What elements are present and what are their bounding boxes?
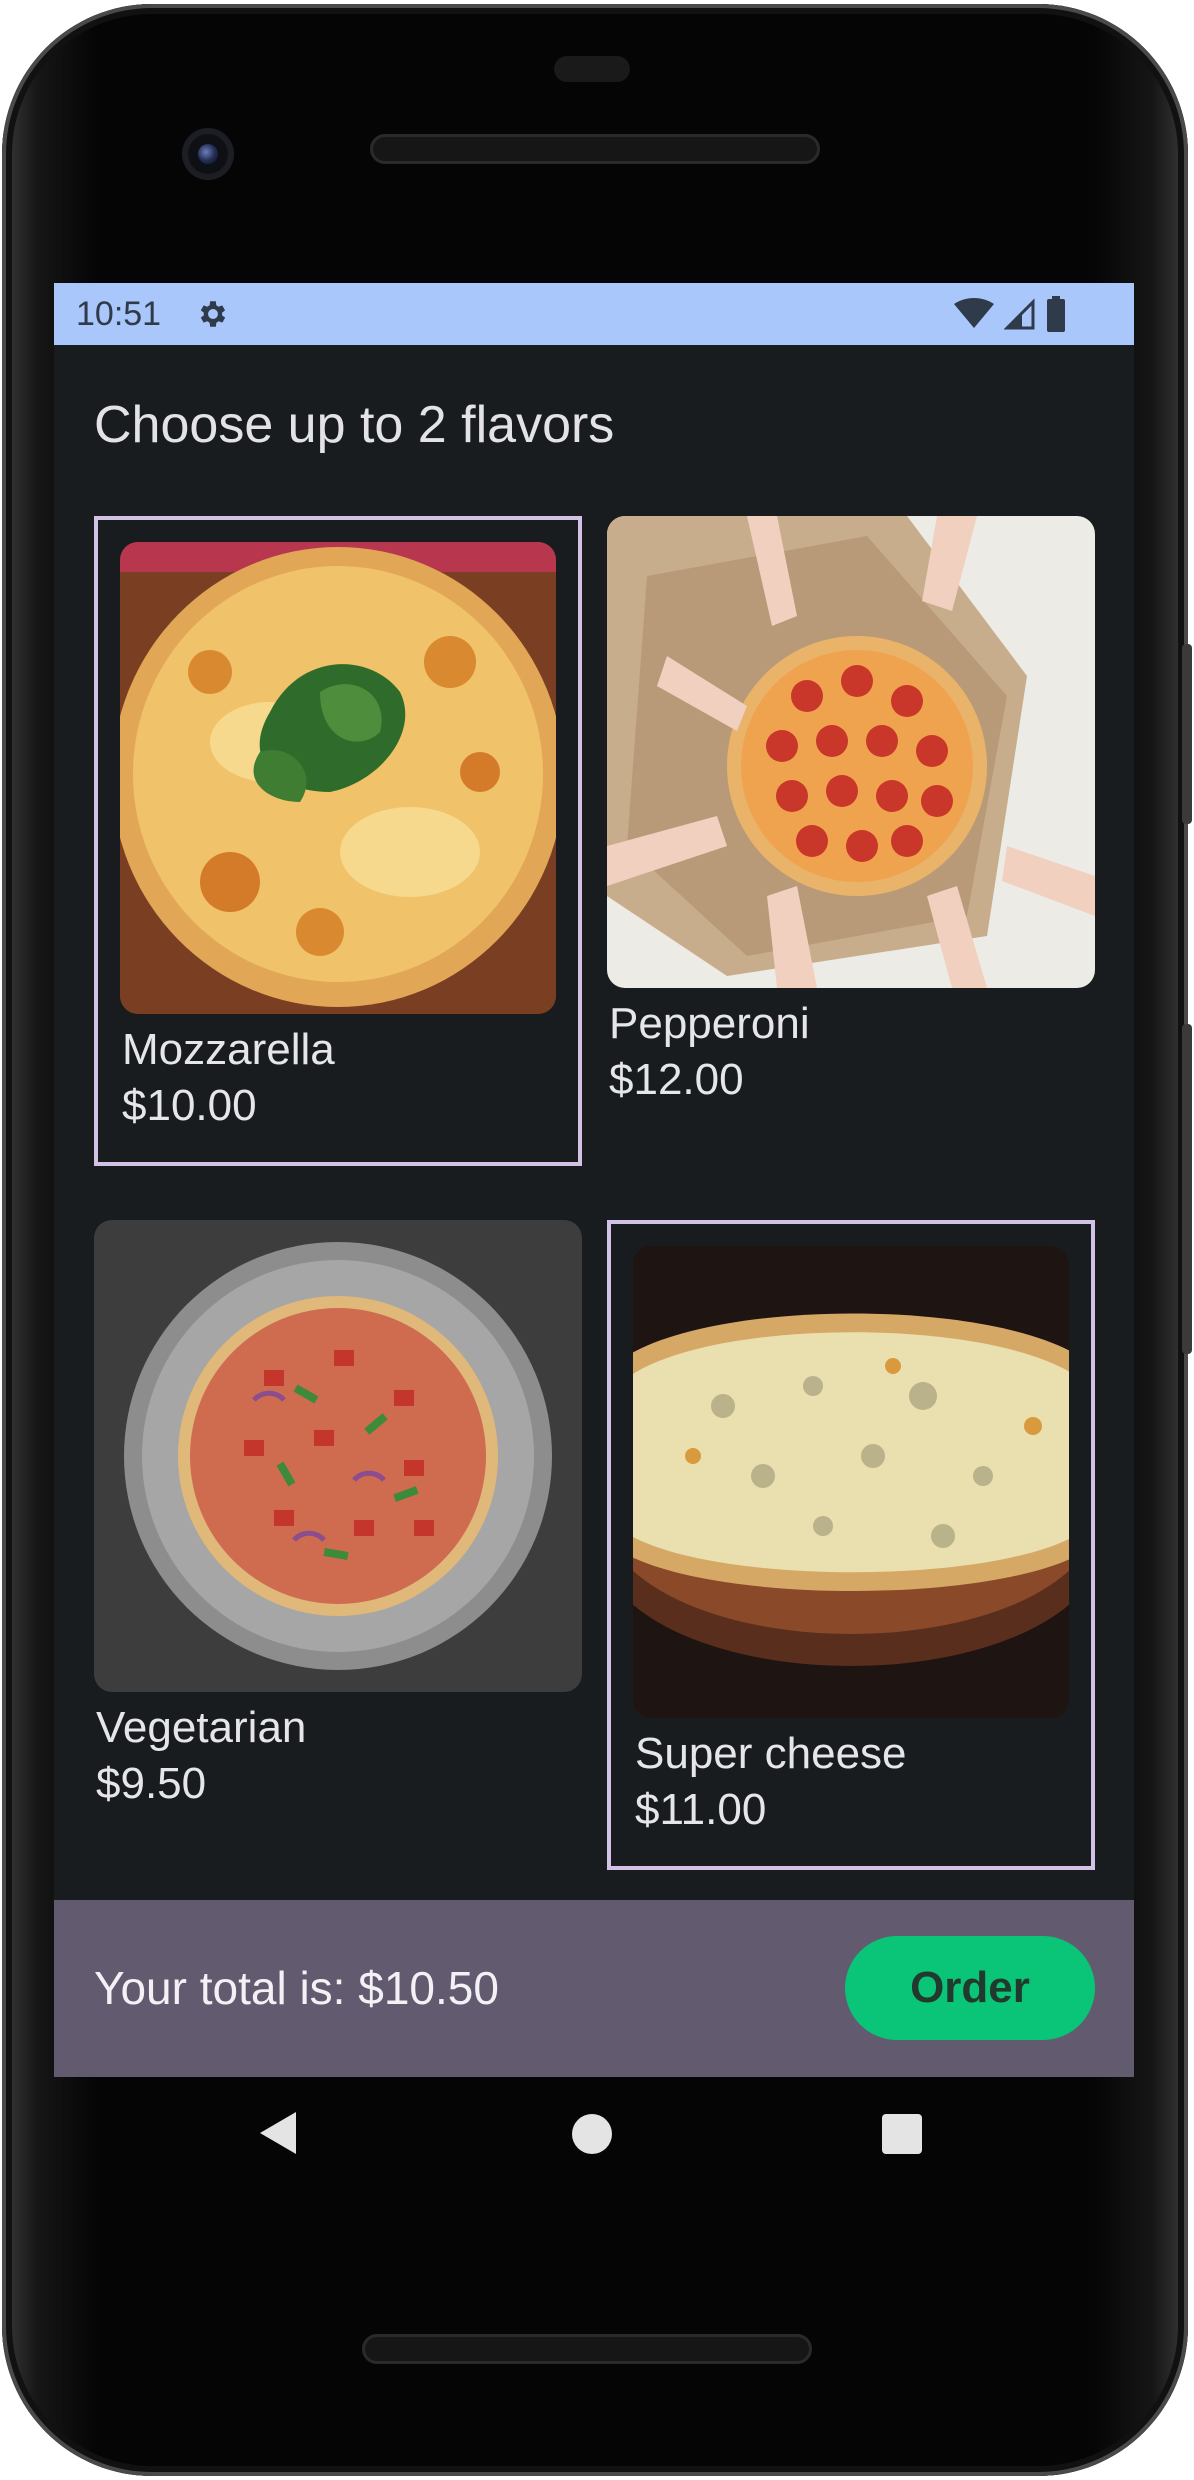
status-icons bbox=[954, 295, 1066, 333]
total-text: Your total is: $10.50 bbox=[94, 1962, 499, 2014]
screen: 10:51 Choose up to 2 flavors Mozzarella … bbox=[54, 283, 1134, 2077]
volume-button bbox=[1182, 1024, 1192, 1354]
gear-icon bbox=[200, 301, 226, 327]
flavor-name: Super cheese bbox=[635, 1729, 907, 1778]
mozzarella-pizza-photo bbox=[120, 542, 556, 1014]
signal-icon bbox=[1004, 298, 1035, 330]
top-speaker-grille bbox=[370, 134, 820, 164]
flavor-price: $9.50 bbox=[96, 1759, 207, 1808]
order-summary-bar: Your total is: $10.50 Order bbox=[54, 1900, 1134, 2077]
earpiece bbox=[554, 56, 630, 82]
bottom-speaker-grille bbox=[362, 2334, 812, 2364]
flavor-card-vegetarian[interactable]: Vegetarian $9.50 bbox=[94, 1220, 582, 1870]
flavor-card-super-cheese[interactable]: Super cheese $11.00 bbox=[607, 1220, 1095, 1870]
super-cheese-pizza-photo bbox=[633, 1246, 1069, 1718]
flavor-card-mozzarella[interactable]: Mozzarella $10.00 bbox=[94, 516, 582, 1166]
battery-icon bbox=[1047, 296, 1065, 332]
flavor-name: Mozzarella bbox=[122, 1025, 335, 1074]
home-icon[interactable] bbox=[571, 2113, 613, 2155]
page-title: Choose up to 2 flavors bbox=[94, 396, 615, 454]
flavor-price: $11.00 bbox=[635, 1785, 767, 1834]
pepperoni-pizza-photo bbox=[607, 516, 1095, 988]
vegetarian-pizza-photo bbox=[94, 1220, 582, 1692]
phone-frame: 10:51 Choose up to 2 flavors Mozzarella … bbox=[2, 4, 1192, 2476]
back-icon[interactable] bbox=[258, 2110, 298, 2156]
power-button bbox=[1182, 644, 1192, 824]
order-button[interactable]: Order bbox=[845, 1936, 1095, 2040]
flavor-name: Pepperoni bbox=[609, 999, 810, 1048]
status-bar: 10:51 bbox=[54, 283, 1134, 345]
flavor-card-pepperoni[interactable]: Pepperoni $12.00 bbox=[607, 516, 1095, 1166]
flavor-name: Vegetarian bbox=[96, 1703, 307, 1752]
flavor-price: $10.00 bbox=[122, 1081, 257, 1130]
status-time: 10:51 bbox=[76, 295, 162, 333]
front-camera bbox=[182, 128, 234, 180]
recents-icon[interactable] bbox=[882, 2114, 922, 2154]
flavor-price: $12.00 bbox=[609, 1055, 744, 1104]
wifi-icon bbox=[954, 298, 994, 328]
